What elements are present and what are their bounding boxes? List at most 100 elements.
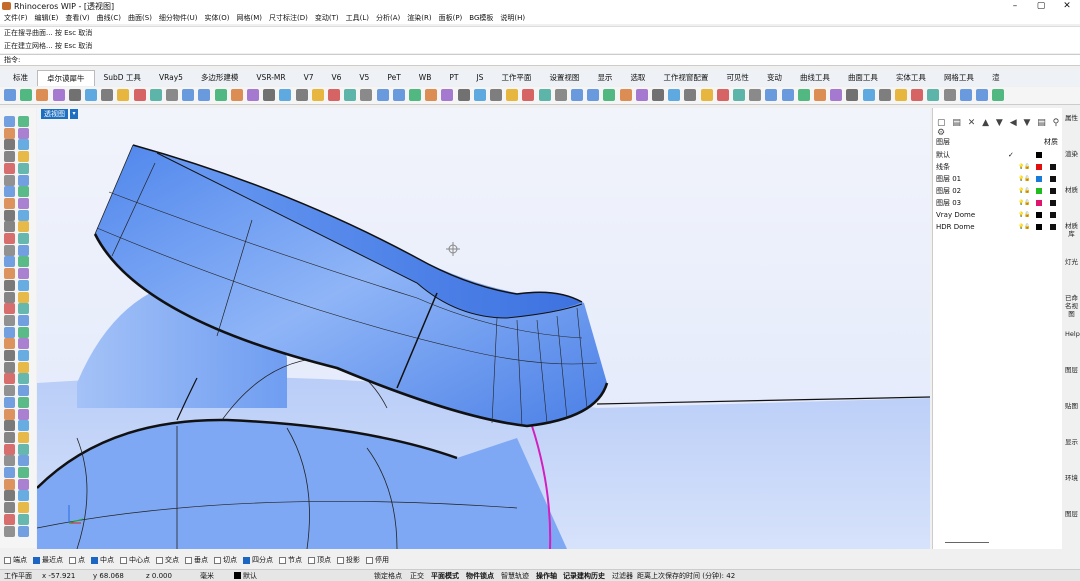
tool-icon[interactable] <box>878 89 891 101</box>
layer-row[interactable]: 图层 02 💡🔓 <box>936 185 1062 197</box>
left-tool-icon[interactable] <box>18 127 29 139</box>
tool-icon[interactable] <box>733 89 745 101</box>
side-tab[interactable]: 图层 <box>1065 510 1078 518</box>
osnap-checkbox[interactable] <box>156 557 163 564</box>
left-tool-icon[interactable] <box>4 151 15 163</box>
menu-item[interactable]: 说明(H) <box>500 12 525 24</box>
menu-item[interactable]: 面板(P) <box>439 12 463 24</box>
tool-icon[interactable] <box>214 89 227 101</box>
toolbar-tab[interactable]: JS <box>467 70 492 86</box>
layer-row[interactable]: 线条 💡🔓 <box>936 161 1062 173</box>
left-tool-icon[interactable] <box>18 314 29 326</box>
osnap-option[interactable]: 中点 <box>91 554 114 567</box>
left-tool-icon[interactable] <box>4 420 15 432</box>
toolbar-tab[interactable]: 网格工具 <box>935 70 983 86</box>
tool-icon[interactable] <box>895 89 907 101</box>
toolbar-tab[interactable]: VRay5 <box>150 70 192 86</box>
left-tool-icon[interactable] <box>18 139 29 151</box>
tool-icon[interactable] <box>230 89 243 101</box>
osnap-checkbox[interactable] <box>337 557 344 564</box>
left-tool-icon[interactable] <box>4 174 15 186</box>
left-tool-icon[interactable] <box>18 291 29 303</box>
command-input[interactable]: 指令: <box>0 54 1080 66</box>
lightbulb-lock-icon[interactable]: 💡🔓 <box>1018 185 1030 197</box>
left-tool-icon[interactable] <box>18 513 29 525</box>
tool-icon[interactable] <box>149 89 162 101</box>
left-tool-icon[interactable] <box>18 221 29 233</box>
left-tool-icon[interactable] <box>18 361 29 373</box>
osnap-checkbox[interactable] <box>214 557 221 564</box>
left-tool-icon[interactable] <box>4 127 15 139</box>
tool-icon[interactable] <box>52 89 65 101</box>
toolbar-tab[interactable]: 卓尔谟犀牛 <box>37 70 95 86</box>
tool-icon[interactable] <box>587 89 600 101</box>
left-tool-icon[interactable] <box>18 502 29 514</box>
left-tool-icon[interactable] <box>4 221 15 233</box>
left-tool-icon[interactable] <box>4 162 15 174</box>
tool-icon[interactable] <box>765 89 778 101</box>
tool-icon[interactable] <box>263 89 276 101</box>
left-tool-icon[interactable] <box>4 139 15 151</box>
toolbar-tab[interactable]: 渲 <box>983 70 1009 86</box>
tool-icon[interactable] <box>247 89 259 101</box>
toolbar-tab[interactable]: WB <box>410 70 441 86</box>
layer-color-swatch[interactable] <box>1036 176 1042 182</box>
tool-icon[interactable] <box>684 89 697 101</box>
left-tool-icon[interactable] <box>4 303 15 315</box>
left-tool-icon[interactable] <box>18 455 29 467</box>
left-tool-icon[interactable] <box>18 209 29 221</box>
toolbar-tab[interactable]: 曲面工具 <box>839 70 887 86</box>
tool-icon[interactable] <box>652 89 664 101</box>
tool-icon[interactable] <box>4 89 16 101</box>
side-tab[interactable]: 显示 <box>1065 438 1078 446</box>
tool-icon[interactable] <box>797 89 810 101</box>
left-tool-icon[interactable] <box>18 408 29 420</box>
filter-button[interactable]: 过滤器 <box>612 570 633 581</box>
left-tool-icon[interactable] <box>4 326 15 338</box>
tool-icon[interactable] <box>943 89 956 101</box>
left-tool-icon[interactable] <box>18 373 29 385</box>
left-tool-icon[interactable] <box>18 233 29 244</box>
toolbar-tab[interactable]: 工作平面 <box>492 70 540 86</box>
tool-icon[interactable] <box>85 89 97 101</box>
tool-icon[interactable] <box>68 89 81 101</box>
layer-row[interactable]: 图层 03 💡🔓 <box>936 197 1062 209</box>
minimize-button[interactable]: – <box>1004 0 1026 12</box>
osnap-option[interactable]: 投影 <box>337 554 360 567</box>
lightbulb-lock-icon[interactable]: 💡🔓 <box>1018 221 1030 233</box>
tool-icon[interactable] <box>457 89 470 101</box>
left-tool-icon[interactable] <box>4 279 15 291</box>
left-tool-icon[interactable] <box>4 256 15 268</box>
tool-icon[interactable] <box>279 89 292 101</box>
toolbar-tab[interactable]: 可见性 <box>717 70 758 86</box>
left-tool-icon[interactable] <box>4 396 15 408</box>
viewport-menu-chevron-icon[interactable]: ▾ <box>70 109 78 119</box>
osnap-toggle[interactable]: 物件锁点 <box>466 570 494 581</box>
tool-icon[interactable] <box>490 89 502 101</box>
menu-item[interactable]: 工具(L) <box>346 12 369 24</box>
maximize-button[interactable]: ▢ <box>1030 0 1052 12</box>
osnap-option[interactable]: 最近点 <box>33 554 63 567</box>
osnap-option[interactable]: 节点 <box>279 554 302 567</box>
left-tool-icon[interactable] <box>4 350 15 361</box>
tool-icon[interactable] <box>927 89 940 101</box>
tool-icon[interactable] <box>749 89 762 101</box>
tool-icon[interactable] <box>425 89 438 101</box>
left-tool-icon[interactable] <box>18 443 29 455</box>
left-tool-icon[interactable] <box>18 151 29 163</box>
tool-icon[interactable] <box>198 89 211 101</box>
left-tool-icon[interactable] <box>4 233 15 244</box>
toolbar-tab[interactable]: 实体工具 <box>887 70 935 86</box>
menu-item[interactable]: 文件(F) <box>4 12 28 24</box>
menu-item[interactable]: 分析(A) <box>376 12 400 24</box>
left-tool-icon[interactable] <box>18 396 29 408</box>
left-tool-icon[interactable] <box>18 268 29 280</box>
side-tab[interactable]: 图层 <box>1065 366 1078 374</box>
tool-icon[interactable] <box>409 89 421 101</box>
left-tool-icon[interactable] <box>18 244 29 256</box>
menu-item[interactable]: BG模板 <box>469 12 493 24</box>
osnap-checkbox[interactable] <box>308 557 315 564</box>
layer-row[interactable]: HDR Dome 💡🔓 <box>936 221 1062 233</box>
layer-row[interactable]: 默认 ✓ <box>936 149 1062 161</box>
tool-icon[interactable] <box>133 89 146 101</box>
